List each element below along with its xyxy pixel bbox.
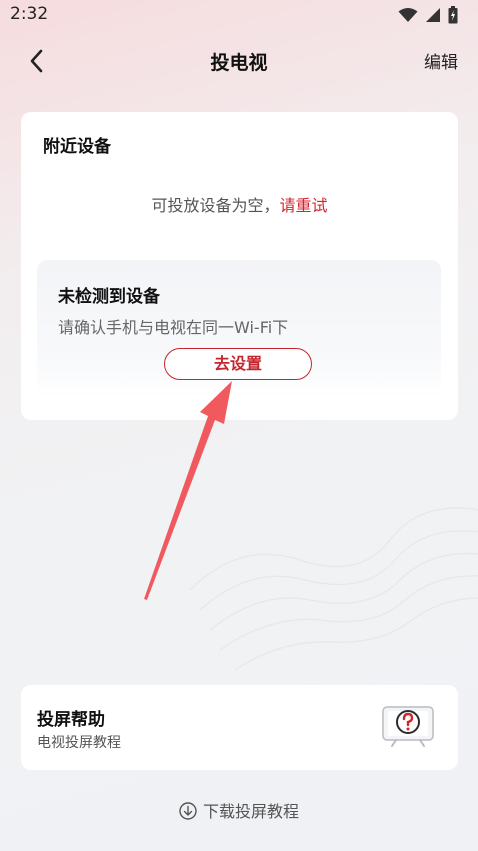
screen-cast-help-card[interactable]: 投屏帮助 电视投屏教程 xyxy=(21,685,458,770)
status-bar: 2:32 xyxy=(0,0,478,32)
background-pattern xyxy=(189,507,478,671)
page-title: 投电视 xyxy=(210,52,268,74)
wifi-icon xyxy=(398,8,418,22)
help-title: 投屏帮助 xyxy=(37,710,105,730)
no-device-title: 未检测到设备 xyxy=(58,287,160,307)
download-label: 下载投屏教程 xyxy=(202,802,299,821)
no-device-description: 请确认手机与电视在同一Wi-Fi下 xyxy=(58,318,289,337)
empty-devices-message: 可投放设备为空，请重试 xyxy=(21,192,458,216)
download-icon xyxy=(179,802,197,820)
retry-link[interactable]: 请重试 xyxy=(280,196,328,215)
help-subtitle: 电视投屏教程 xyxy=(37,735,121,751)
download-tutorial-link[interactable]: 下载投屏教程 xyxy=(0,798,478,822)
status-time: 2:32 xyxy=(10,4,49,24)
nav-bar: 投电视 编辑 xyxy=(0,36,478,86)
battery-icon xyxy=(448,6,458,24)
empty-devices-text: 可投放设备为空， xyxy=(151,196,280,215)
tv-question-icon xyxy=(382,706,434,747)
edit-button[interactable]: 编辑 xyxy=(424,48,458,73)
nearby-devices-title: 附近设备 xyxy=(43,137,111,157)
status-icons xyxy=(398,6,458,24)
signal-icon xyxy=(426,8,440,22)
